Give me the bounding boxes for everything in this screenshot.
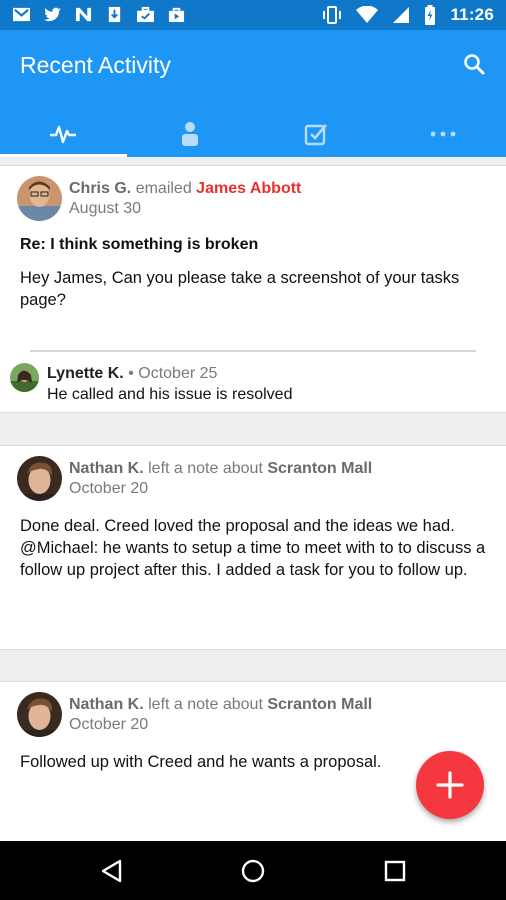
briefcase-icon	[137, 6, 154, 23]
comment-text: He called and his issue is resolved	[47, 386, 293, 403]
activity-action: left a note about	[148, 696, 263, 713]
separator-dot: •	[128, 365, 134, 382]
avatar[interactable]	[17, 692, 62, 737]
author-name[interactable]: Nathan K.	[69, 696, 144, 713]
download-icon	[108, 6, 121, 23]
page-title: Recent Activity	[20, 52, 171, 78]
activity-header: Chris G. emailed James Abbott	[69, 178, 301, 199]
activity-action: emailed	[135, 180, 192, 197]
activity-date: October 20	[69, 716, 149, 733]
back-icon[interactable]	[98, 857, 126, 885]
clock: 11:26	[450, 5, 494, 24]
activity-action: left a note about	[148, 460, 263, 477]
avatar[interactable]	[10, 363, 39, 392]
divider	[30, 350, 476, 352]
shopping-bag-icon	[168, 7, 185, 23]
comment-author[interactable]: Lynette K.	[47, 365, 124, 382]
add-button[interactable]	[416, 751, 484, 819]
activity-header: Nathan K. left a note about Scranton Mal…	[69, 694, 372, 715]
gmail-icon	[13, 7, 30, 22]
email-body: Hey James, Can you please take a screens…	[20, 269, 460, 309]
search-icon[interactable]	[462, 52, 486, 76]
comment-date: October 25	[138, 365, 218, 382]
note-body: Done deal. Creed loved the proposal and …	[20, 517, 486, 579]
twitter-icon	[44, 7, 61, 22]
notification-icons	[12, 6, 186, 23]
activity-card[interactable]: Nathan K. left a note about Scranton Mal…	[0, 445, 506, 650]
activity-header: Nathan K. left a note about Scranton Mal…	[69, 458, 372, 479]
deal-link[interactable]: Scranton Mall	[267, 460, 372, 477]
email-subject: Re: I think something is broken	[20, 236, 259, 253]
contact-link[interactable]: James Abbott	[196, 180, 301, 197]
activity-card[interactable]: Chris G. emailed James Abbott August 30 …	[0, 165, 506, 413]
activity-date: August 30	[69, 200, 142, 217]
author-name[interactable]: Nathan K.	[69, 460, 144, 477]
system-nav-bar	[0, 841, 506, 900]
tab-tasks[interactable]	[253, 110, 380, 157]
nordvpn-icon	[75, 7, 92, 22]
more-dots-icon	[430, 131, 456, 136]
activity-date: October 20	[69, 480, 149, 497]
recents-icon[interactable]	[381, 857, 409, 885]
activity-pulse-icon	[50, 125, 77, 143]
avatar[interactable]	[17, 456, 62, 501]
author-name[interactable]: Chris G.	[69, 180, 131, 197]
activity-feed[interactable]: Chris G. emailed James Abbott August 30 …	[0, 157, 506, 841]
app-bar: Recent Activity	[0, 30, 506, 157]
avatar[interactable]	[17, 176, 62, 221]
tab-activity[interactable]	[0, 110, 127, 157]
deal-link[interactable]: Scranton Mall	[267, 696, 372, 713]
signal-icon	[393, 7, 410, 23]
battery-icon	[425, 5, 436, 25]
checkbox-icon	[305, 123, 328, 145]
home-icon[interactable]	[239, 857, 267, 885]
vibrate-icon	[323, 6, 342, 24]
comment: Lynette K. • October 25 He called and hi…	[47, 363, 292, 405]
tab-contacts[interactable]	[127, 110, 254, 157]
status-bar: 11:26	[0, 0, 506, 30]
person-icon	[181, 121, 198, 146]
plus-icon	[436, 771, 464, 799]
wifi-icon	[356, 6, 379, 23]
tab-more[interactable]	[380, 110, 506, 157]
tab-bar	[0, 110, 506, 157]
